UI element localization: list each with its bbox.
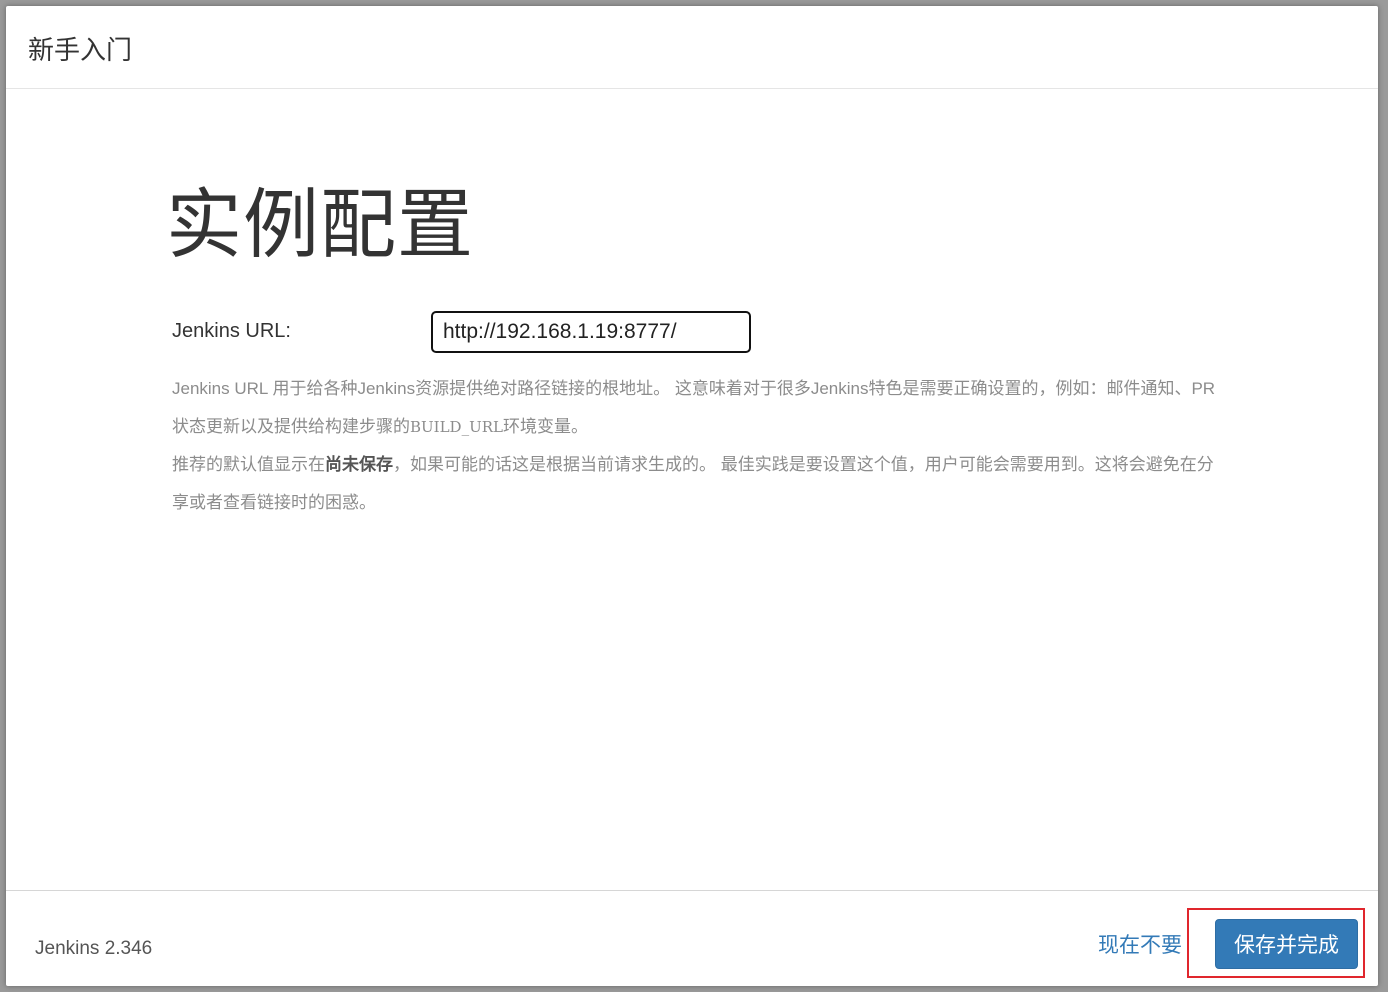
help-text-part: Jenkins URL 用于给各种Jenkins资源提供绝对路径链接的根地址。 … <box>172 379 1216 436</box>
dialog-footer: Jenkins 2.346 现在不要 保存并完成 <box>6 890 1378 987</box>
help-paragraph-1: Jenkins URL 用于给各种Jenkins资源提供绝对路径链接的根地址。 … <box>172 370 1217 446</box>
skip-link[interactable]: 现在不要 <box>1098 932 1182 960</box>
build-url-code: BUILD_URL <box>410 418 503 436</box>
jenkins-url-input[interactable] <box>431 311 751 353</box>
help-text-part: 推荐的默认值显示在 <box>172 455 325 474</box>
page-heading: 实例配置 <box>166 183 474 268</box>
dialog-title: 新手入门 <box>28 35 133 65</box>
save-and-finish-button[interactable]: 保存并完成 <box>1215 919 1358 969</box>
not-saved-emphasis: 尚未保存 <box>325 455 393 474</box>
help-paragraph-2: 推荐的默认值显示在尚未保存，如果可能的话这是根据当前请求生成的。 最佳实践是要设… <box>172 446 1217 522</box>
help-text-part: 环境变量。 <box>502 417 588 436</box>
jenkins-url-label: Jenkins URL: <box>172 320 291 342</box>
setup-dialog: 新手入门 实例配置 Jenkins URL: Jenkins URL 用于给各种… <box>6 6 1378 986</box>
dialog-header: 新手入门 <box>6 6 1378 89</box>
jenkins-version: Jenkins 2.346 <box>35 938 153 959</box>
help-text: Jenkins URL 用于给各种Jenkins资源提供绝对路径链接的根地址。 … <box>172 370 1217 522</box>
